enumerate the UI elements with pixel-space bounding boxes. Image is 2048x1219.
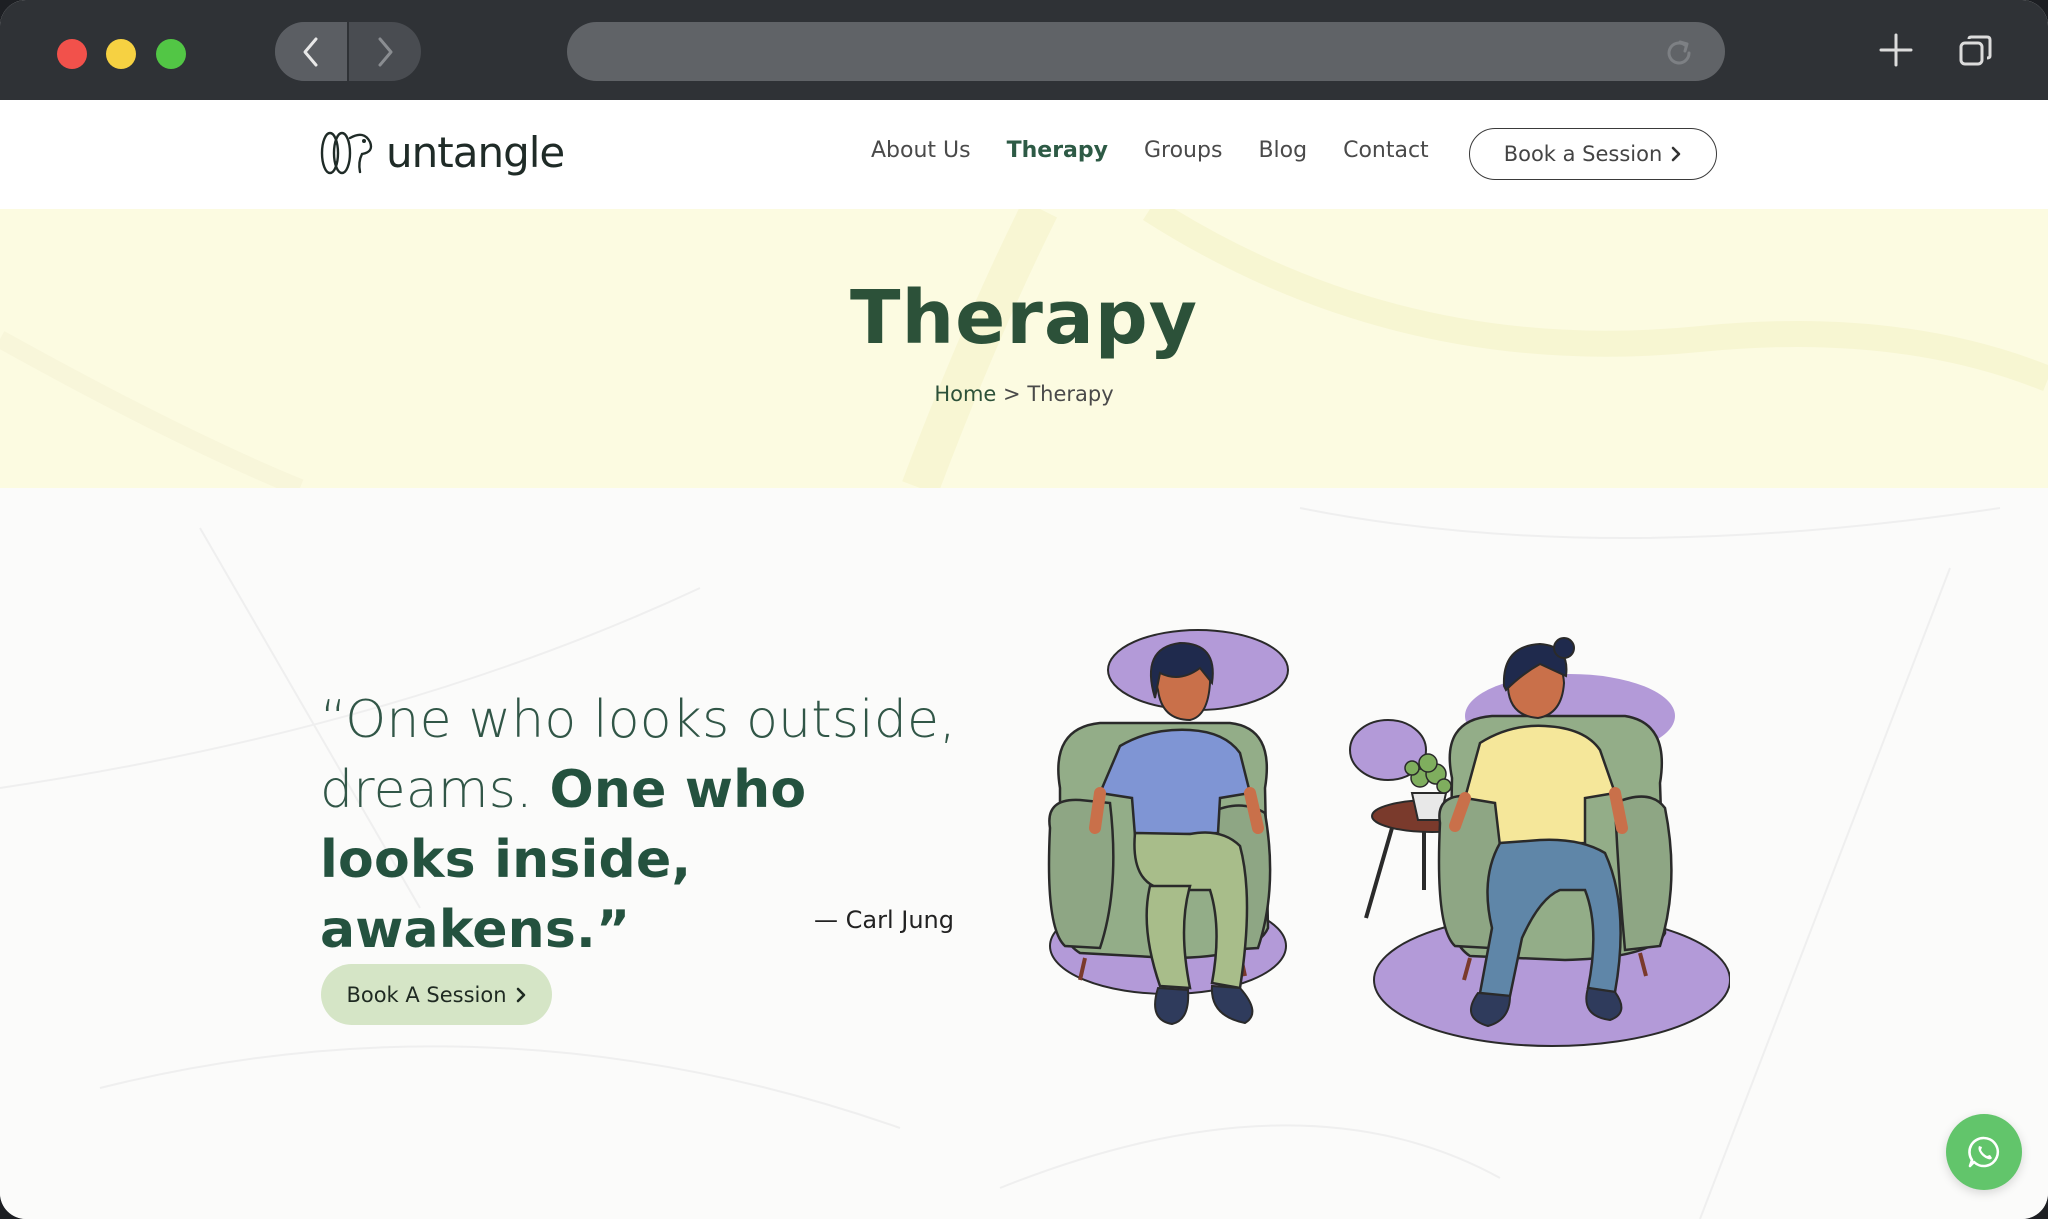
- nav-contact[interactable]: Contact: [1343, 138, 1429, 163]
- back-button[interactable]: [275, 22, 349, 81]
- therapy-session-illustration: [1047, 629, 1730, 1047]
- book-session-button[interactable]: Book A Session: [321, 964, 552, 1025]
- new-tab-icon[interactable]: [1878, 32, 1914, 68]
- close-window-button[interactable]: [57, 39, 87, 69]
- background-lines: [0, 507, 2001, 1219]
- nav-blog[interactable]: Blog: [1258, 138, 1307, 163]
- browser-toolbar: [0, 0, 2048, 100]
- address-bar[interactable]: [567, 22, 1725, 81]
- minimize-window-button[interactable]: [106, 39, 136, 69]
- main-nav: About Us Therapy Groups Blog Contact: [871, 138, 1465, 163]
- site-logo[interactable]: untangle: [318, 128, 565, 178]
- logo-mark-icon: [320, 131, 373, 175]
- whatsapp-chat-button[interactable]: [1946, 1114, 2022, 1190]
- tabs-icon[interactable]: [1958, 33, 1994, 69]
- logo-text: untangle: [386, 128, 565, 177]
- breadcrumb-current: Therapy: [1027, 382, 1114, 406]
- chevron-right-icon: [1671, 146, 1681, 162]
- quote-author: — Carl Jung: [814, 906, 954, 934]
- breadcrumb-separator: >: [1003, 382, 1021, 406]
- breadcrumb-home[interactable]: Home: [934, 382, 996, 406]
- book-session-header-button[interactable]: Book a Session: [1469, 128, 1717, 180]
- breadcrumb: Home > Therapy: [0, 382, 2048, 406]
- quote-section: “One who looks outside, dreams. One who …: [0, 488, 2048, 1219]
- browser-window: untangle About Us Therapy Groups Blog Co…: [0, 0, 2048, 1219]
- book-session-header-label: Book a Session: [1503, 142, 1663, 166]
- site-header: untangle About Us Therapy Groups Blog Co…: [0, 100, 2048, 209]
- chevron-right-icon: [516, 987, 525, 1002]
- history-nav: [275, 22, 421, 81]
- nav-about-us[interactable]: About Us: [871, 138, 971, 163]
- nav-therapy[interactable]: Therapy: [1007, 138, 1108, 163]
- page-hero: Therapy Home > Therapy: [0, 209, 2048, 488]
- whatsapp-icon: [1968, 1136, 2000, 1168]
- reload-icon[interactable]: [1663, 37, 1695, 69]
- forward-icon: [378, 37, 393, 66]
- forward-button[interactable]: [349, 22, 421, 81]
- nav-groups[interactable]: Groups: [1144, 138, 1222, 163]
- book-session-label: Book A Session: [346, 982, 507, 1007]
- page-title: Therapy: [850, 275, 1198, 361]
- maximize-window-button[interactable]: [156, 39, 186, 69]
- back-icon: [303, 37, 318, 66]
